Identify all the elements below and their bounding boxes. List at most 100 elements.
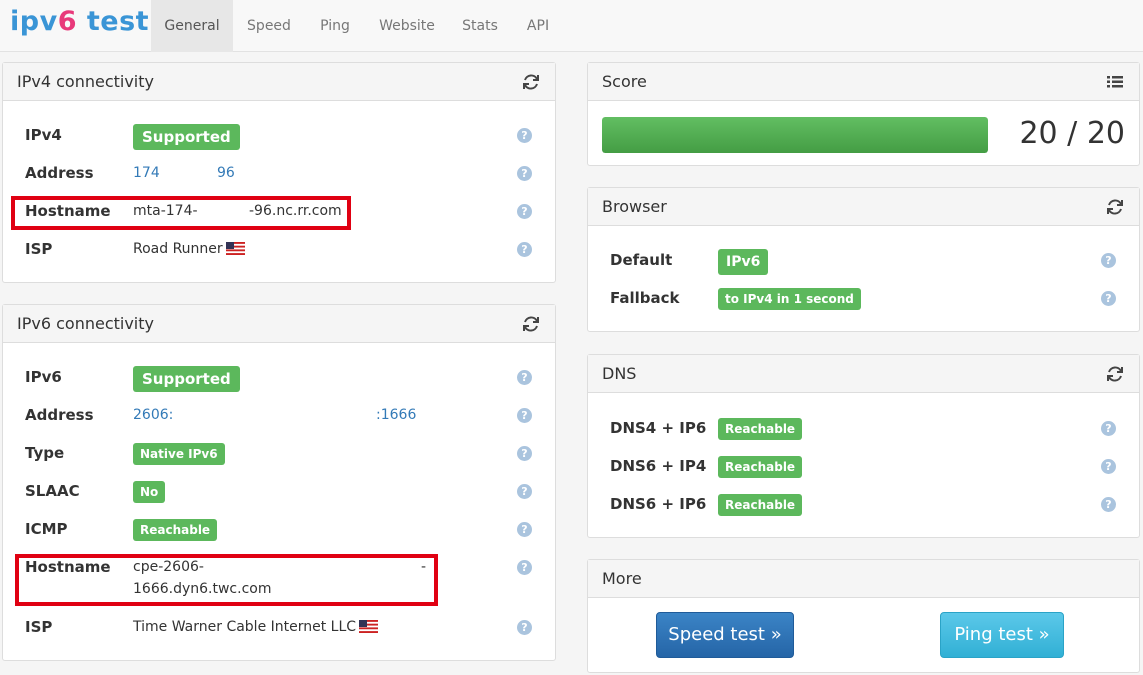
- dns4-ip6-value: Reachable: [718, 418, 803, 440]
- ipv6-row-slaac: SLAAC No ?: [3, 480, 555, 504]
- tab-website[interactable]: Website: [367, 0, 447, 52]
- slaac-no-badge: No: [133, 481, 166, 503]
- dns-row-dns6-ip6: DNS6 + IP6 Reachable ?: [588, 493, 1139, 517]
- dns6-ip6-reachable-badge: Reachable: [718, 494, 803, 516]
- score-panel-title: Score: [602, 72, 647, 91]
- ipv6-slaac-value: No: [133, 481, 166, 503]
- address-label: Address: [25, 164, 94, 182]
- dns-row-dns6-ip4: DNS6 + IP4 Reachable ?: [588, 455, 1139, 479]
- isp-label: ISP: [25, 240, 53, 258]
- score-panel: Score 20 / 20: [587, 62, 1140, 166]
- help-icon[interactable]: ?: [1101, 497, 1116, 512]
- ipv6-row-isp: ISP Time Warner Cable Internet LLC ?: [3, 616, 555, 640]
- us-flag-icon: [225, 242, 245, 255]
- dns6-ip4-value: Reachable: [718, 456, 803, 478]
- dns6-ip6-label: DNS6 + IP6: [610, 495, 707, 513]
- dns6-ip4-reachable-badge: Reachable: [718, 456, 803, 478]
- help-icon[interactable]: ?: [517, 204, 532, 219]
- help-icon[interactable]: ?: [517, 370, 532, 385]
- ipv6-row-address: Address 2606: :1666 ?: [3, 404, 555, 428]
- speed-test-button[interactable]: Speed test »: [656, 612, 794, 658]
- more-panel-heading: More: [588, 560, 1139, 598]
- brand-text-ipv: ipv: [10, 6, 58, 37]
- help-icon[interactable]: ?: [1101, 291, 1116, 306]
- tab-general[interactable]: General: [151, 0, 233, 52]
- dns-panel-title: DNS: [602, 364, 637, 383]
- list-icon[interactable]: [1105, 72, 1125, 92]
- refresh-icon[interactable]: [1105, 364, 1125, 384]
- tab-speed[interactable]: Speed: [235, 0, 303, 52]
- native-ipv6-badge: Native IPv6: [133, 443, 225, 465]
- help-icon[interactable]: ?: [1101, 253, 1116, 268]
- dns-row-dns4-ip6: DNS4 + IP6 Reachable ?: [588, 417, 1139, 441]
- help-icon[interactable]: ?: [517, 166, 532, 181]
- tab-ping[interactable]: Ping: [305, 0, 365, 52]
- help-icon[interactable]: ?: [517, 242, 532, 257]
- dns4-ip6-reachable-badge: Reachable: [718, 418, 803, 440]
- ipv6-panel-heading: IPv6 connectivity: [3, 305, 555, 343]
- help-icon[interactable]: ?: [517, 408, 532, 423]
- refresh-icon[interactable]: [1105, 197, 1125, 217]
- help-icon[interactable]: ?: [1101, 421, 1116, 436]
- help-icon[interactable]: ?: [1101, 459, 1116, 474]
- ipv4-row-status: IPv4 Supported ?: [3, 124, 555, 150]
- help-icon[interactable]: ?: [517, 560, 532, 575]
- browser-panel: Browser Default IPv6 ? Fallback to IPv4 …: [587, 187, 1140, 332]
- type-label: Type: [25, 444, 65, 462]
- brand-logo[interactable]: ipv6 test: [10, 6, 149, 37]
- ipv6-panel: IPv6 connectivity IPv6 Supported ? Addre…: [2, 304, 556, 661]
- ipv6-type-value: Native IPv6: [133, 443, 225, 465]
- score-value: 20 / 20: [1019, 116, 1125, 151]
- isp-label: ISP: [25, 618, 53, 636]
- highlight-box-ipv4-hostname: [11, 196, 351, 230]
- ipv4-address-part2[interactable]: 96: [217, 165, 235, 181]
- score-progress-fill: [602, 117, 988, 153]
- tab-stats[interactable]: Stats: [449, 0, 511, 52]
- ipv6-supported-badge: Supported: [133, 366, 240, 392]
- default-label: Default: [610, 251, 673, 269]
- browser-panel-heading: Browser: [588, 188, 1139, 226]
- tab-api[interactable]: API: [513, 0, 563, 52]
- browser-default-value: IPv6: [718, 249, 769, 275]
- refresh-icon[interactable]: [521, 314, 541, 334]
- help-icon[interactable]: ?: [517, 522, 532, 537]
- browser-fallback-value: to IPv4 in 1 second: [718, 288, 861, 310]
- refresh-icon[interactable]: [521, 72, 541, 92]
- ipv6-address-part2[interactable]: :1666: [376, 407, 416, 423]
- ipv6-row-status: IPv6 Supported ?: [3, 366, 555, 392]
- ipv4-status-badge: Supported: [133, 124, 240, 150]
- ipv4-row-isp: ISP Road Runner ?: [3, 238, 555, 262]
- ipv6-isp-name: Time Warner Cable Internet LLC: [133, 619, 357, 635]
- dns-panel-heading: DNS: [588, 355, 1139, 393]
- ipv4-isp-name: Road Runner: [133, 241, 223, 257]
- dns-panel: DNS DNS4 + IP6 Reachable ? DNS6 + IP4 Re…: [587, 354, 1140, 538]
- navbar: ipv6 test General Speed Ping Website Sta…: [0, 0, 1143, 52]
- brand-text-test: test: [76, 6, 150, 37]
- score-progress-bar: [602, 117, 988, 153]
- fallback-badge: to IPv4 in 1 second: [718, 288, 861, 310]
- ipv4-address-part1[interactable]: 174: [133, 165, 160, 181]
- browser-panel-title: Browser: [602, 197, 667, 216]
- help-icon[interactable]: ?: [517, 128, 532, 143]
- ipv6-panel-title: IPv6 connectivity: [17, 314, 154, 333]
- help-icon[interactable]: ?: [517, 620, 532, 635]
- address-label: Address: [25, 406, 94, 424]
- more-panel: More Speed test » Ping test »: [587, 559, 1140, 673]
- ipv4-label: IPv4: [25, 126, 62, 144]
- ipv4-isp-value: Road Runner: [133, 241, 245, 257]
- icmp-label: ICMP: [25, 520, 68, 538]
- score-panel-heading: Score: [588, 63, 1139, 101]
- brand-text-6: 6: [57, 6, 77, 37]
- ipv6-row-type: Type Native IPv6 ?: [3, 442, 555, 466]
- ping-test-button[interactable]: Ping test »: [940, 612, 1064, 658]
- ipv6-label: IPv6: [25, 368, 62, 386]
- ipv4-panel-title: IPv4 connectivity: [17, 72, 154, 91]
- help-icon[interactable]: ?: [517, 484, 532, 499]
- us-flag-icon: [359, 620, 379, 633]
- icmp-reachable-badge: Reachable: [133, 519, 218, 541]
- default-ipv6-badge: IPv6: [718, 249, 769, 275]
- ipv6-icmp-value: Reachable: [133, 519, 218, 541]
- ipv6-address-part1[interactable]: 2606:: [133, 407, 173, 423]
- ipv6-status-badge: Supported: [133, 366, 240, 392]
- help-icon[interactable]: ?: [517, 446, 532, 461]
